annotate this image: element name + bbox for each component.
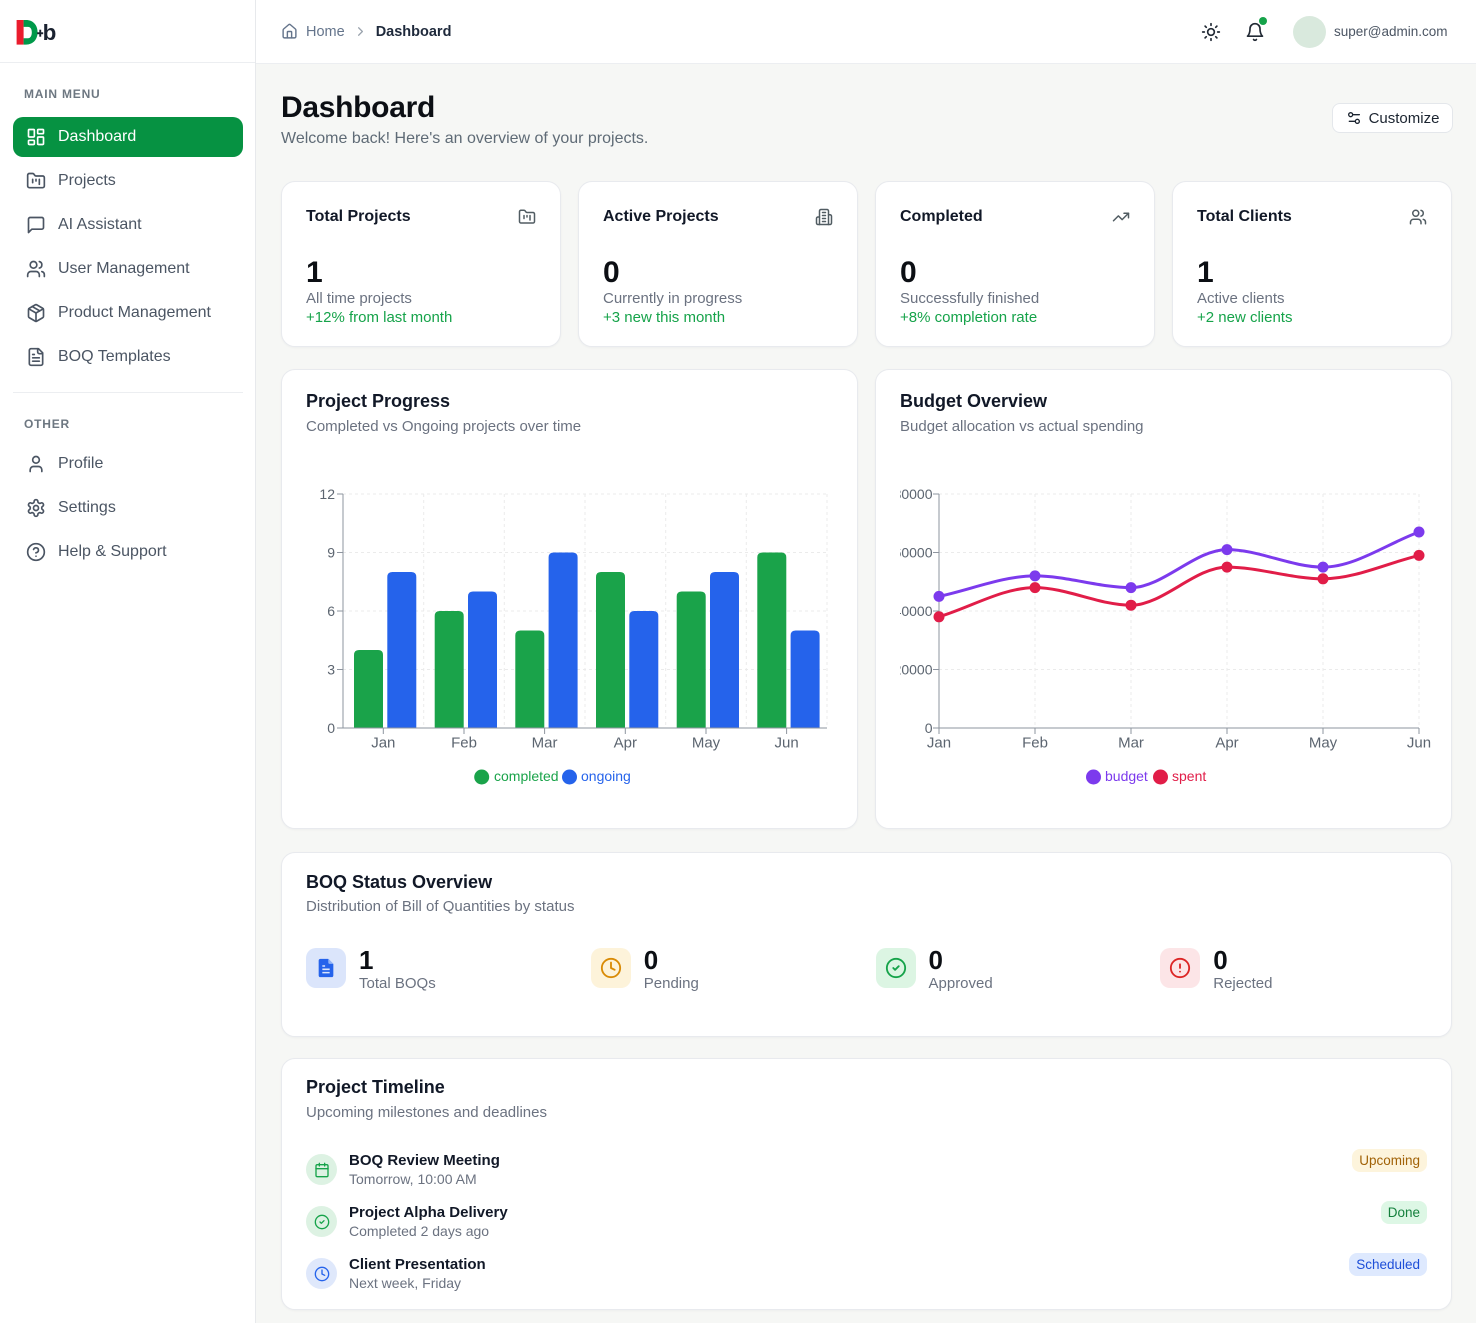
svg-text:3: 3 (327, 662, 335, 678)
svg-text:b: b (43, 20, 57, 45)
svg-text:Feb: Feb (1022, 735, 1048, 752)
svg-text:Jan: Jan (371, 735, 395, 752)
svg-text:20000: 20000 (900, 662, 933, 678)
svg-text:budget: budget (1105, 768, 1148, 784)
svg-text:Jun: Jun (1407, 735, 1431, 752)
svg-text:Apr: Apr (614, 735, 637, 752)
svg-text:Jun: Jun (775, 735, 799, 752)
svg-text:completed: completed (494, 768, 559, 784)
svg-text:Mar: Mar (1118, 735, 1144, 752)
svg-text:6: 6 (327, 603, 335, 619)
svg-text:ongoing: ongoing (581, 768, 631, 784)
svg-text:Jan: Jan (927, 735, 951, 752)
svg-text:12: 12 (319, 486, 335, 502)
svg-text:80000: 80000 (900, 486, 933, 502)
svg-text:Feb: Feb (451, 735, 477, 752)
svg-text:Mar: Mar (532, 735, 558, 752)
svg-text:0: 0 (327, 720, 335, 736)
svg-text:Apr: Apr (1215, 735, 1238, 752)
svg-text:May: May (1309, 735, 1338, 752)
svg-text:spent: spent (1172, 768, 1206, 784)
svg-text:60000: 60000 (900, 545, 933, 561)
svg-text:9: 9 (327, 545, 335, 561)
svg-text:40000: 40000 (900, 603, 933, 619)
svg-text:May: May (692, 735, 721, 752)
